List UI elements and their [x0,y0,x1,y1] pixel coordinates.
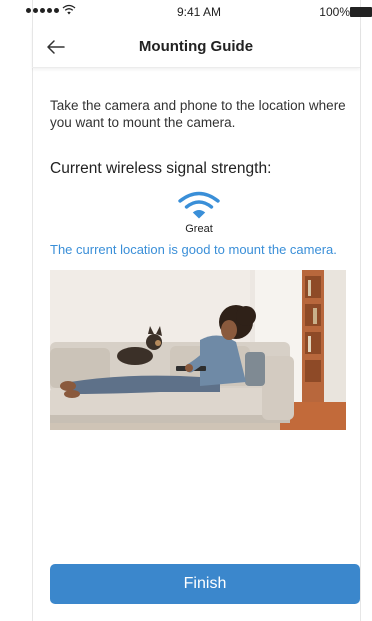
frame-left-edge [32,0,33,621]
location-status-message: The current location is good to mount th… [50,242,337,257]
nav-bar: Mounting Guide [32,26,360,68]
finish-button[interactable]: Finish [50,564,360,604]
wifi-signal-icon [178,191,220,219]
signal-strength-heading: Current wireless signal strength: [50,160,272,177]
phone-screen: 9:41 AM 100% Mounting Guide Take the cam… [0,0,372,621]
battery-icon [350,7,372,17]
battery-percentage: 100% [319,5,350,19]
living-room-illustration [50,270,346,430]
mounting-instruction: Take the camera and phone to the locatio… [50,98,346,130]
signal-quality-label: Great [185,223,213,235]
frame-right-edge [360,0,361,621]
status-bar: 9:41 AM 100% [26,0,372,26]
page-title: Mounting Guide [138,38,254,55]
living-room-image [50,270,346,430]
